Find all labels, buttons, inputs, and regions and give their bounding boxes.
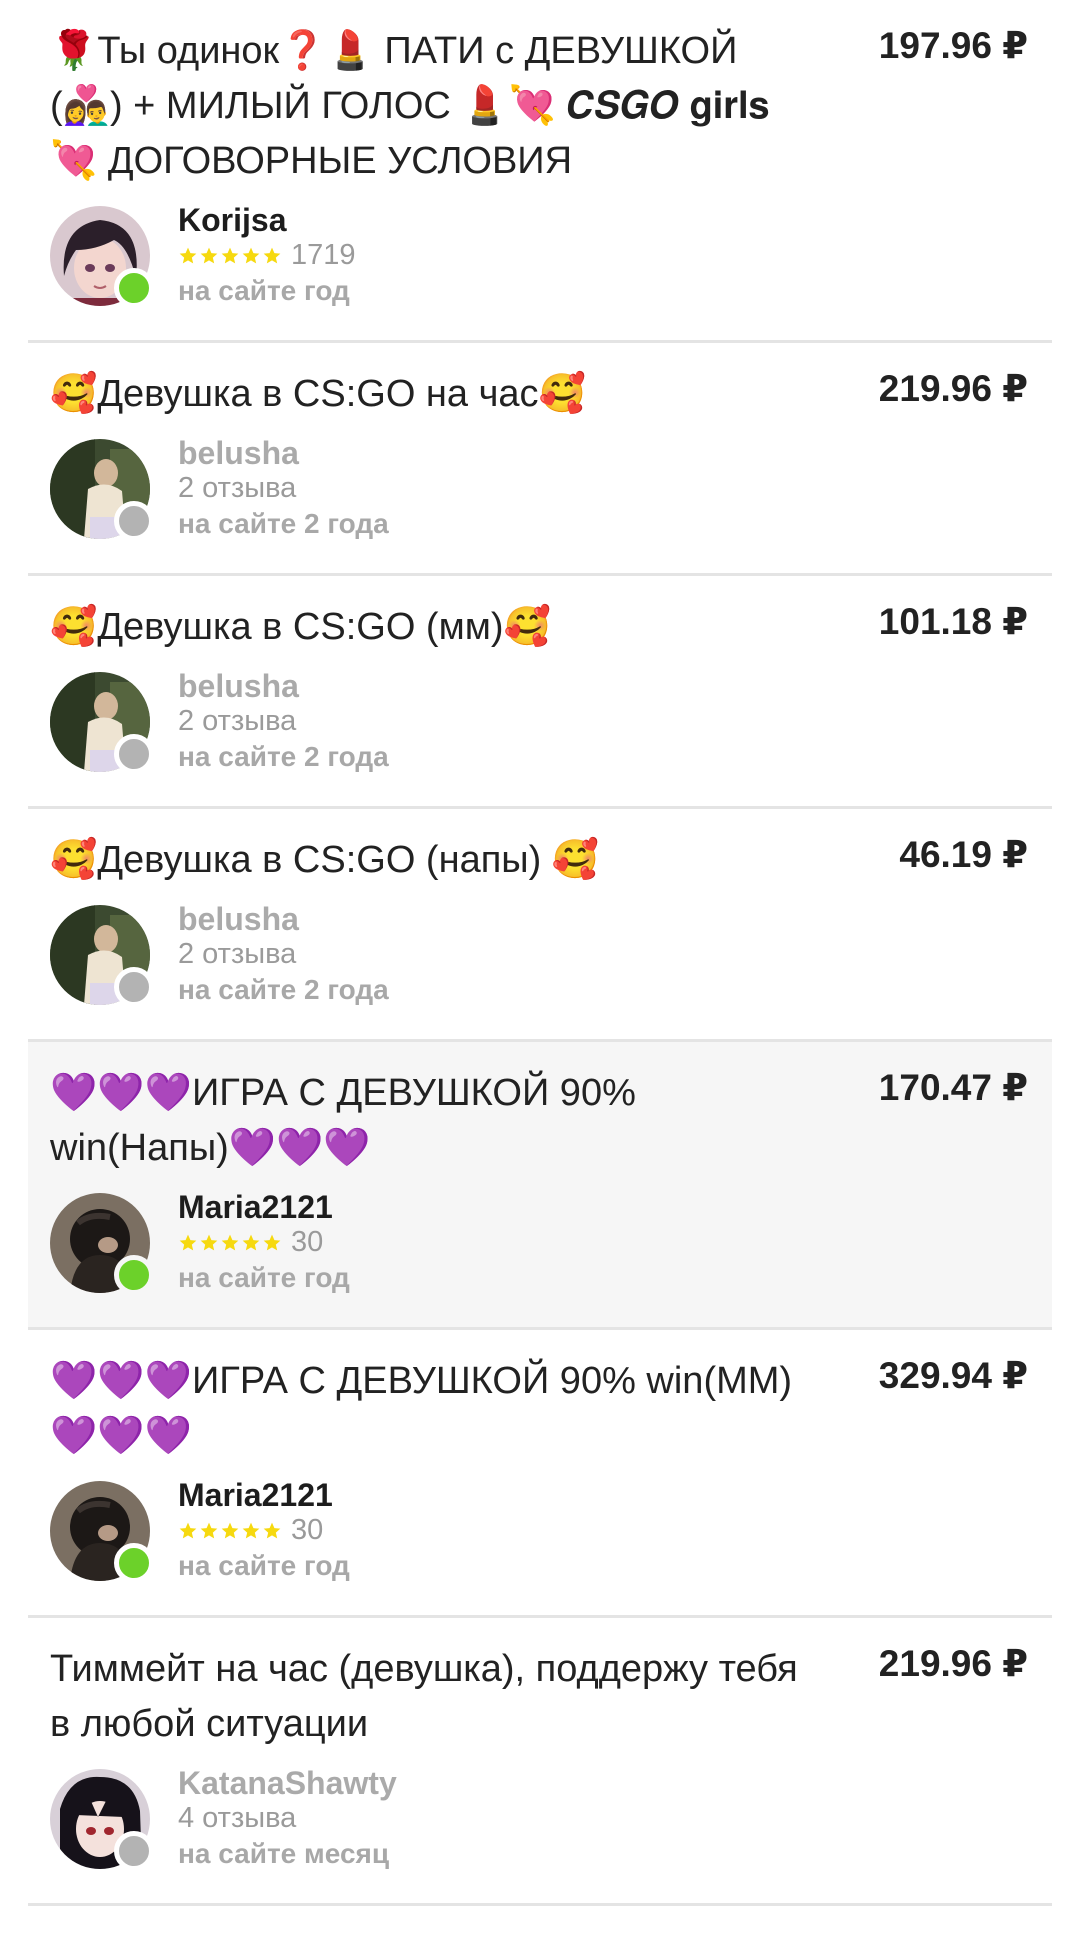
star-icon <box>179 1522 197 1538</box>
avatar-wrapper <box>50 904 154 1007</box>
offer-title: 💜💜💜ИГРА С ДЕВУШКОЙ 90% win(Напы)💜💜💜 <box>50 1072 647 1169</box>
seller-stats: 30 <box>178 1225 350 1260</box>
review-count: 30 <box>291 1226 324 1258</box>
member-since: на сайте месяц <box>178 1838 390 1869</box>
seller-block[interactable]: belusha 2 отзыва на сайте 2 года <box>50 902 1030 1007</box>
rating-stars <box>178 1233 283 1253</box>
seller-block[interactable]: Maria2121 30 на сайте год <box>50 1478 1030 1583</box>
star-icon <box>263 247 281 263</box>
offer-title: 🥰Девушка в CS:GO (мм)🥰 <box>50 606 551 648</box>
seller-name[interactable]: belusha <box>178 902 389 937</box>
review-count: 2 отзыва <box>178 938 297 970</box>
seller-stats: 2 отзыва <box>178 471 389 506</box>
star-icon <box>221 1522 239 1538</box>
seller-block[interactable]: belusha 2 отзыва на сайте 2 года <box>50 669 1030 774</box>
offer-item[interactable]: Тиммейт на час (девушка), поддержу тебя … <box>28 1618 1052 1906</box>
avatar-wrapper <box>50 438 154 541</box>
offer-item[interactable]: 💜💜💜ИГРА С ДЕВУШКОЙ 90% win(ММ) 💜💜💜 329.94… <box>28 1330 1052 1618</box>
offline-status-dot <box>114 733 154 774</box>
star-icon <box>179 247 197 263</box>
seller-block[interactable]: Maria2121 30 на сайте год <box>50 1190 1030 1295</box>
seller-name[interactable]: Maria2121 <box>178 1190 350 1225</box>
star-icon <box>200 247 218 263</box>
offer-price: 197.96 ₽ <box>878 25 1028 66</box>
member-since: на сайте 2 года <box>178 974 389 1005</box>
review-count: 4 отзыва <box>178 1802 297 1834</box>
seller-stats: 4 отзыва <box>178 1801 397 1836</box>
review-count: 30 <box>291 1514 324 1546</box>
avatar-wrapper <box>50 1480 154 1583</box>
star-icon <box>221 1234 239 1250</box>
seller-name[interactable]: Maria2121 <box>178 1478 350 1513</box>
avatar-wrapper <box>50 205 154 308</box>
star-icon <box>200 1234 218 1250</box>
offer-title: 🥰Девушка в CS:GO на час🥰 <box>50 373 586 415</box>
member-since: на сайте год <box>178 1550 350 1581</box>
online-status-dot <box>114 267 154 308</box>
review-count: 1719 <box>291 239 356 271</box>
offer-list: 🌹Ты одинок❓💄 ПАТИ с ДЕВУШКОЙ (👩‍❤️‍👨) + … <box>0 0 1080 1906</box>
offer-price: 101.18 ₽ <box>878 601 1028 642</box>
online-status-dot <box>114 1542 154 1583</box>
offline-status-dot <box>114 966 154 1007</box>
offer-price: 219.96 ₽ <box>878 1643 1028 1684</box>
offer-price: 219.96 ₽ <box>878 368 1028 409</box>
avatar-wrapper <box>50 671 154 774</box>
seller-name[interactable]: KatanaShawty <box>178 1766 397 1801</box>
member-since: на сайте год <box>178 1262 350 1293</box>
seller-name[interactable]: belusha <box>178 436 389 471</box>
offline-status-dot <box>114 500 154 541</box>
star-icon <box>263 1234 281 1250</box>
offer-price: 46.19 ₽ <box>899 834 1028 875</box>
star-icon <box>242 1234 260 1250</box>
seller-name[interactable]: Korijsa <box>178 203 356 238</box>
rating-stars <box>178 246 283 266</box>
offer-title: 🌹Ты одинок❓💄 ПАТИ с ДЕВУШКОЙ (👩‍❤️‍👨) + … <box>50 30 781 182</box>
offer-item[interactable]: 🌹Ты одинок❓💄 ПАТИ с ДЕВУШКОЙ (👩‍❤️‍👨) + … <box>28 0 1052 343</box>
star-icon <box>179 1234 197 1250</box>
offer-item[interactable]: 🥰Девушка в CS:GO (мм)🥰 101.18 ₽ belusha 2 о… <box>28 576 1052 809</box>
offer-title: Тиммейт на час (девушка), поддержу тебя … <box>50 1648 809 1745</box>
member-since: на сайте 2 года <box>178 508 389 539</box>
seller-stats: 2 отзыва <box>178 937 389 972</box>
offline-status-dot <box>114 1830 154 1871</box>
offer-price: 329.94 ₽ <box>878 1355 1028 1396</box>
offer-title: 💜💜💜ИГРА С ДЕВУШКОЙ 90% win(ММ) 💜💜💜 <box>50 1360 803 1457</box>
offer-item[interactable]: 💜💜💜ИГРА С ДЕВУШКОЙ 90% win(Напы)💜💜💜 170.4… <box>28 1042 1052 1330</box>
star-icon <box>200 1522 218 1538</box>
rating-stars <box>178 1521 283 1541</box>
offer-item[interactable]: 🥰Девушка в CS:GO (напы) 🥰 46.19 ₽ belusha 2… <box>28 809 1052 1042</box>
star-icon <box>242 247 260 263</box>
seller-block[interactable]: belusha 2 отзыва на сайте 2 года <box>50 436 1030 541</box>
seller-block[interactable]: Korijsa 1719 на сайте год <box>50 203 1030 308</box>
review-count: 2 отзыва <box>178 472 297 504</box>
offer-price: 170.47 ₽ <box>878 1067 1028 1108</box>
seller-stats: 2 отзыва <box>178 704 389 739</box>
offer-title: 🥰Девушка в CS:GO (напы) 🥰 <box>50 839 600 881</box>
star-icon <box>263 1522 281 1538</box>
offer-item[interactable]: 🥰Девушка в CS:GO на час🥰 219.96 ₽ belusha 2… <box>28 343 1052 576</box>
member-since: на сайте 2 года <box>178 741 389 772</box>
avatar-wrapper <box>50 1768 154 1871</box>
seller-block[interactable]: KatanaShawty 4 отзыва на сайте месяц <box>50 1766 1030 1871</box>
star-icon <box>242 1522 260 1538</box>
avatar-wrapper <box>50 1192 154 1295</box>
star-icon <box>221 247 239 263</box>
seller-stats: 1719 <box>178 238 356 273</box>
seller-stats: 30 <box>178 1513 350 1548</box>
online-status-dot <box>114 1254 154 1295</box>
member-since: на сайте год <box>178 275 350 306</box>
review-count: 2 отзыва <box>178 705 297 737</box>
seller-name[interactable]: belusha <box>178 669 389 704</box>
